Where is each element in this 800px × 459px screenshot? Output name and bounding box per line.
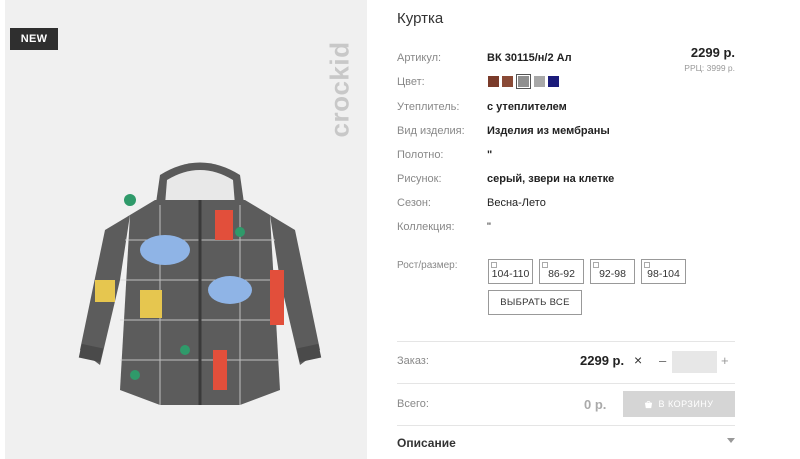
size-option-label: 92-98 [599, 267, 626, 280]
product-details: Куртка Артикул: ВК 30115/н/2 Ал 2299 р. … [397, 0, 737, 459]
divider [397, 383, 735, 384]
color-label: Цвет: [397, 76, 425, 88]
order-price: 2299 р. [580, 353, 625, 368]
order-label: Заказ: [397, 355, 429, 367]
total-label: Всего: [397, 398, 429, 410]
size-label: Рост/размер: [397, 260, 458, 271]
size-option-label: 104-110 [491, 267, 530, 280]
color-swatch-grey-selected[interactable] [516, 74, 531, 89]
color-swatch-navy[interactable] [548, 76, 559, 87]
color-swatch-brown[interactable] [488, 76, 499, 87]
collection-value: " [487, 221, 491, 233]
product-image-panel: NEW crockid [5, 0, 367, 459]
article-label: Артикул: [397, 52, 442, 64]
insulation-label: Утеплитель: [397, 101, 460, 113]
color-swatches [488, 74, 559, 89]
pattern-label: Рисунок: [397, 173, 442, 185]
quantity-increase-button[interactable]: + [721, 353, 729, 368]
product-title: Куртка [397, 10, 444, 27]
size-option[interactable]: 98-104 [641, 259, 686, 284]
add-to-cart-button[interactable]: В КОРЗИНУ [623, 391, 735, 417]
pattern-value: серый, звери на клетке [487, 173, 615, 185]
product-type-value: Изделия из мембраны [487, 125, 610, 137]
fabric-label: Полотно: [397, 149, 444, 161]
recommended-price: РРЦ: 3999 р. [684, 63, 735, 73]
season-value: Весна-Лето [487, 197, 546, 209]
collection-label: Коллекция: [397, 221, 455, 233]
size-option-label: 86-92 [548, 267, 575, 280]
cart-icon [645, 400, 653, 408]
product-photo-jacket[interactable] [65, 150, 335, 450]
chevron-down-icon[interactable] [727, 438, 735, 443]
select-all-button[interactable]: ВЫБРАТЬ ВСЕ [488, 290, 582, 315]
size-option[interactable]: 92-98 [590, 259, 635, 284]
color-swatch-rust[interactable] [502, 76, 513, 87]
size-checkbox-icon[interactable] [644, 262, 650, 268]
article-value: ВК 30115/н/2 Ал [487, 52, 572, 64]
quantity-decrease-button[interactable]: – [659, 353, 666, 368]
size-option[interactable]: 86-92 [539, 259, 584, 284]
color-swatch-light-grey[interactable] [534, 76, 545, 87]
times-icon: × [634, 352, 643, 368]
new-badge: NEW [10, 28, 58, 50]
description-toggle[interactable]: Описание [397, 436, 456, 450]
divider [397, 341, 735, 342]
brand-logo: crockid [323, 22, 355, 152]
divider [397, 425, 735, 426]
insulation-value: с утеплителем [487, 101, 567, 113]
size-options: 104-110 86-92 92-98 98-104 [488, 259, 686, 284]
size-checkbox-icon[interactable] [542, 262, 548, 268]
product-price: 2299 р. [690, 45, 735, 60]
add-to-cart-label: В КОРЗИНУ [658, 399, 714, 409]
quantity-input[interactable] [672, 351, 717, 373]
product-type-label: Вид изделия: [397, 125, 465, 137]
size-option-label: 98-104 [647, 267, 680, 280]
season-label: Сезон: [397, 197, 431, 209]
fabric-value: " [487, 149, 493, 161]
size-option[interactable]: 104-110 [488, 259, 533, 284]
size-checkbox-icon[interactable] [491, 262, 497, 268]
brand-logo-text: crockid [324, 41, 355, 138]
size-checkbox-icon[interactable] [593, 262, 599, 268]
total-value: 0 р. [584, 397, 607, 412]
